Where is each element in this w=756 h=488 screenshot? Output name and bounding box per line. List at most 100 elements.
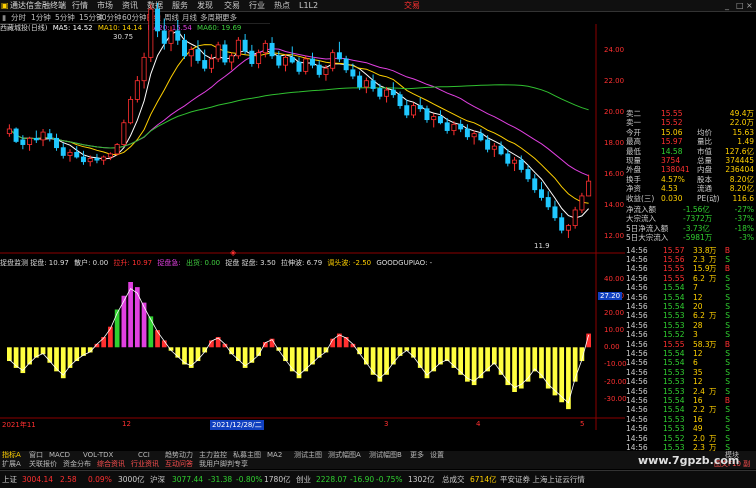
candle-body bbox=[262, 42, 268, 54]
price-tick: 24.00 bbox=[604, 45, 625, 54]
high-annotation: 30.75 bbox=[113, 33, 134, 41]
sub-tick: 0.00 bbox=[604, 343, 620, 352]
candle-body bbox=[579, 195, 585, 211]
candle-body bbox=[437, 116, 443, 124]
tick-row: 14:56 15.57 33.8 万 B bbox=[626, 245, 730, 255]
index-amount: 1780亿 bbox=[264, 475, 291, 484]
candle-body bbox=[208, 58, 214, 69]
candle-body bbox=[316, 64, 322, 75]
index-pct: 0.09% bbox=[88, 475, 112, 484]
candle-body bbox=[458, 123, 464, 130]
total-value: 6714亿 bbox=[470, 475, 497, 484]
indicator-tab[interactable]: 窗口 bbox=[29, 451, 43, 460]
candle-body bbox=[485, 139, 491, 150]
price-tick: 14.00 bbox=[604, 201, 625, 210]
tick-row: 14:56 15.54 20 S bbox=[626, 302, 730, 311]
candle-body bbox=[269, 42, 275, 57]
candle-body bbox=[538, 189, 544, 198]
tick-row: 14:56 15.54 16 B bbox=[626, 396, 730, 405]
indicator-tab[interactable]: 测试主图 bbox=[294, 451, 322, 460]
index-value: 3077.44 bbox=[172, 475, 204, 484]
info-tab[interactable]: 行业资讯 bbox=[131, 460, 159, 469]
flow-row: 净流入额 -1.56亿 -27% bbox=[626, 205, 754, 214]
candle-body bbox=[141, 56, 147, 82]
close-icon[interactable]: × bbox=[746, 1, 753, 10]
candle-body bbox=[40, 131, 46, 141]
candle-body bbox=[13, 128, 19, 142]
chart-canvas[interactable] bbox=[0, 0, 625, 451]
sub-buy: 散户: 0.00 bbox=[74, 259, 109, 267]
quote-row: 卖一 15.52 22.0万 bbox=[626, 118, 754, 128]
indicator-tab[interactable]: CCI bbox=[138, 451, 150, 460]
candle-body bbox=[60, 147, 66, 156]
candle-body bbox=[323, 67, 329, 75]
index-name[interactable]: 上证 bbox=[2, 474, 17, 485]
candle-body bbox=[444, 122, 450, 131]
candle-body bbox=[54, 137, 60, 149]
indicator-tab[interactable]: 更多 bbox=[410, 451, 424, 460]
index-change: -31.38 bbox=[208, 475, 233, 484]
candle-body bbox=[134, 80, 140, 100]
quote-row: 外盘 138041 内盘 236404 bbox=[626, 165, 754, 175]
tick-row: 14:56 15.53 35 S bbox=[626, 367, 730, 377]
info-tab[interactable]: 互动问答 bbox=[165, 460, 193, 469]
indicator-tab[interactable]: 趋势动力 bbox=[165, 451, 193, 460]
candle-body bbox=[195, 49, 201, 61]
tick-row: 14:56 15.52 3 S bbox=[626, 330, 730, 340]
candle-body bbox=[552, 206, 558, 219]
info-tab[interactable]: 关联报价 bbox=[29, 460, 57, 469]
tick-row: 14:56 15.52 2.0 万 S bbox=[626, 433, 730, 443]
index-pct: -0.75% bbox=[376, 475, 403, 484]
candle-body bbox=[424, 108, 430, 121]
sub-grab: 捉盘 捉盘: 3.50 bbox=[225, 259, 276, 267]
quote-row: 收益(三) 0.030 PE(动) 116.6 bbox=[626, 193, 754, 203]
tick-row: 14:56 15.53 16 S bbox=[626, 414, 730, 424]
candle-body bbox=[390, 89, 396, 96]
quote-row: 今开 15.06 均价 15.63 bbox=[626, 127, 754, 137]
candle-body bbox=[532, 178, 538, 191]
candle-body bbox=[114, 144, 120, 155]
index-name[interactable]: 创业 bbox=[296, 474, 311, 485]
candle-body bbox=[249, 50, 255, 64]
candle-body bbox=[343, 58, 349, 71]
indicator-tab[interactable]: 指标A bbox=[2, 451, 21, 460]
indicator-tab[interactable]: 设置 bbox=[430, 451, 444, 460]
info-tab[interactable]: 综合资讯 bbox=[97, 460, 125, 469]
candle-body bbox=[20, 139, 26, 145]
index-amount: 3000亿 bbox=[118, 475, 145, 484]
indicator-tab[interactable]: 主力监控 bbox=[199, 451, 227, 460]
candle-body bbox=[309, 58, 315, 66]
indicator-tab[interactable]: 测式幅图A bbox=[328, 451, 361, 460]
minimize-icon[interactable]: _ bbox=[725, 1, 729, 10]
indicator-tab[interactable]: 私募主图 bbox=[233, 451, 261, 460]
index-name[interactable]: 沪深 bbox=[150, 474, 165, 485]
index-change: 2.58 bbox=[60, 475, 77, 484]
price-tick: 12.00 bbox=[604, 232, 625, 241]
broker-label: 平安证券 上海上证云行情 bbox=[500, 475, 585, 484]
flow-row: 5日大宗流入 -5981万 -3% bbox=[626, 233, 754, 243]
candle-body bbox=[94, 158, 100, 161]
sub-close: 捉盘急: bbox=[157, 259, 181, 267]
info-tab[interactable]: 扩展A bbox=[2, 460, 21, 469]
info-tab[interactable]: 我用户脚判专享 bbox=[199, 460, 248, 469]
indicator-tab[interactable]: VOL-TDX bbox=[83, 451, 113, 460]
candle-body bbox=[215, 44, 221, 60]
candle-body bbox=[168, 30, 174, 44]
candle-body bbox=[363, 80, 369, 88]
quote-panel: 卖二 15.55 49.4万 卖一 15.52 22.0万 今开 15.06 均价 15.63 最高… bbox=[625, 109, 756, 452]
maximize-icon[interactable]: □ bbox=[736, 1, 744, 10]
indicator-tab[interactable]: MACD bbox=[49, 451, 70, 460]
info-tab[interactable]: 资金分布 bbox=[63, 460, 91, 469]
marker-icon: ◈ bbox=[230, 248, 237, 257]
sub-tick: 10.00 bbox=[604, 326, 625, 335]
candle-body bbox=[222, 44, 228, 63]
sub-follow: 拉伸波: 6.79 bbox=[281, 259, 323, 267]
indicator-tab[interactable]: MA2 bbox=[267, 451, 282, 460]
candle-body bbox=[357, 75, 363, 88]
tick-row: 14:56 15.53 12 S bbox=[626, 377, 730, 387]
time-tick-4: 4 bbox=[476, 420, 481, 428]
candle-body bbox=[377, 88, 383, 97]
tick-row: 14:56 15.55 15.9 万 B bbox=[626, 264, 730, 274]
candle-body bbox=[161, 30, 167, 44]
indicator-tab[interactable]: 测试幅图B bbox=[369, 451, 402, 460]
